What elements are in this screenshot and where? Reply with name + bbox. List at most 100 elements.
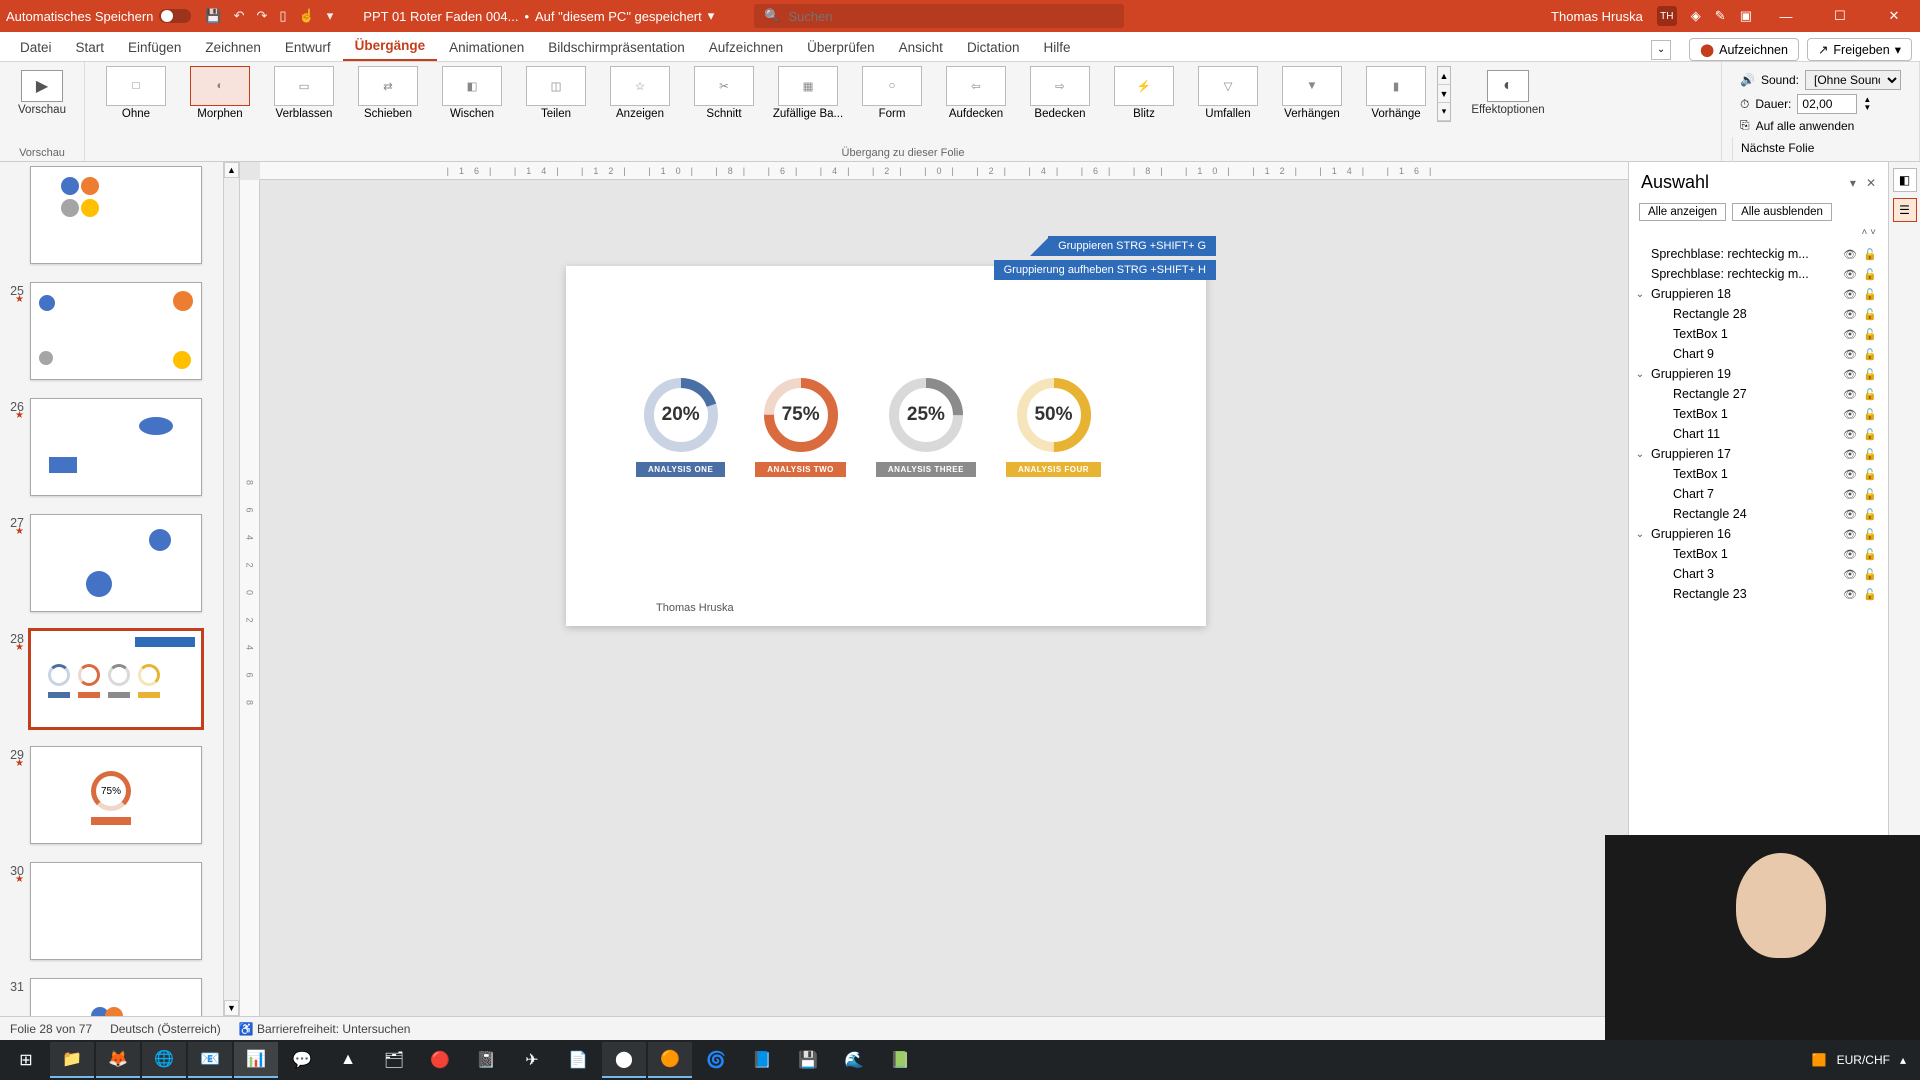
preview-button[interactable]: ▶ Vorschau xyxy=(10,66,74,116)
transition-form[interactable]: ○Form xyxy=(851,66,933,120)
selection-item[interactable]: ⌄Gruppieren 17👁🔓 xyxy=(1629,444,1888,464)
tb-chrome[interactable]: 🌐 xyxy=(142,1042,186,1078)
lock-icon[interactable]: 🔓 xyxy=(1862,568,1878,581)
tb-app7[interactable]: 📘 xyxy=(740,1042,784,1078)
visibility-icon[interactable]: 👁 xyxy=(1842,328,1858,341)
user-name[interactable]: Thomas Hruska xyxy=(1551,9,1643,24)
user-avatar[interactable]: TH xyxy=(1657,6,1677,26)
selection-item[interactable]: Sprechblase: rechteckig m...👁🔓 xyxy=(1629,244,1888,264)
tb-tray-icon[interactable]: ▴ xyxy=(1900,1053,1906,1067)
lock-icon[interactable]: 🔓 xyxy=(1862,428,1878,441)
tab-ueberpruefen[interactable]: Überprüfen xyxy=(795,34,887,61)
selection-item[interactable]: ⌄Gruppieren 19👁🔓 xyxy=(1629,364,1888,384)
callout-group[interactable]: Gruppieren STRG +SHIFT+ G xyxy=(1048,236,1216,256)
tb-ticker[interactable]: EUR/CHF xyxy=(1837,1053,1890,1067)
pane-close-icon[interactable]: ✕ xyxy=(1866,176,1876,190)
duration-input[interactable] xyxy=(1797,94,1857,114)
transition-verblassen[interactable]: ▭Verblassen xyxy=(263,66,345,120)
tab-entwurf[interactable]: Entwurf xyxy=(273,34,343,61)
slide-count[interactable]: Folie 28 von 77 xyxy=(10,1022,92,1036)
selection-item[interactable]: ⌄Gruppieren 16👁🔓 xyxy=(1629,524,1888,544)
selection-item[interactable]: Rectangle 27👁🔓 xyxy=(1629,384,1888,404)
selection-item[interactable]: Chart 3👁🔓 xyxy=(1629,564,1888,584)
tab-animationen[interactable]: Animationen xyxy=(437,34,536,61)
thumbnail-slide-partial[interactable] xyxy=(0,162,223,278)
selection-item[interactable]: TextBox 1👁🔓 xyxy=(1629,404,1888,424)
toggle-switch[interactable] xyxy=(159,9,191,23)
tb-onenote[interactable]: 📓 xyxy=(464,1042,508,1078)
visibility-icon[interactable]: 👁 xyxy=(1842,488,1858,501)
tb-edge[interactable]: 🌊 xyxy=(832,1042,876,1078)
lock-icon[interactable]: 🔓 xyxy=(1862,408,1878,421)
accessibility-check[interactable]: ♿ Barrierefreiheit: Untersuchen xyxy=(239,1022,411,1036)
selection-item[interactable]: TextBox 1👁🔓 xyxy=(1629,324,1888,344)
search-input[interactable] xyxy=(788,9,1114,24)
thumbnail-slide-27[interactable]: 27★ xyxy=(0,510,223,626)
collapse-ribbon-button[interactable]: ⌄ xyxy=(1651,40,1671,60)
expand-icon[interactable]: ⌄ xyxy=(1633,369,1647,380)
tb-app4[interactable]: 📄 xyxy=(556,1042,600,1078)
donut-chart-analysis-one[interactable]: 20%ANALYSIS ONE xyxy=(636,376,725,477)
transition-vorhänge[interactable]: ▮Vorhänge xyxy=(1355,66,1437,120)
thumbnail-slide-26[interactable]: 26★ xyxy=(0,394,223,510)
tab-zeichnen[interactable]: Zeichnen xyxy=(193,34,273,61)
selection-item[interactable]: Chart 11👁🔓 xyxy=(1629,424,1888,444)
qat-more-icon[interactable]: ▾ xyxy=(327,8,334,24)
scroll-down-icon[interactable]: ▼ xyxy=(224,1000,239,1016)
tab-bildschirm[interactable]: Bildschirmpräsentation xyxy=(536,34,697,61)
tab-uebergaenge[interactable]: Übergänge xyxy=(343,32,438,61)
tb-app5[interactable]: 🟠 xyxy=(648,1042,692,1078)
donut-chart-analysis-two[interactable]: 75%ANALYSIS TWO xyxy=(755,376,846,477)
window-icon[interactable]: ▣ xyxy=(1740,8,1752,24)
scroll-up-icon[interactable]: ▲ xyxy=(224,162,239,178)
transition-verhängen[interactable]: ▼Verhängen xyxy=(1271,66,1353,120)
lock-icon[interactable]: 🔓 xyxy=(1862,308,1878,321)
tab-aufzeichnen[interactable]: Aufzeichnen xyxy=(697,34,795,61)
tb-obs[interactable]: ⬤ xyxy=(602,1042,646,1078)
move-down-icon[interactable]: ˅ xyxy=(1870,227,1876,238)
tb-app1[interactable]: 💬 xyxy=(280,1042,324,1078)
transition-morphen[interactable]: ◐Morphen xyxy=(179,66,261,120)
sound-select[interactable]: [Ohne Sound] xyxy=(1805,70,1901,90)
transition-schnitt[interactable]: ✂Schnitt xyxy=(683,66,765,120)
tb-app2[interactable]: 🗂 xyxy=(372,1042,416,1078)
language-indicator[interactable]: Deutsch (Österreich) xyxy=(110,1022,221,1036)
transition-zufällige ba...[interactable]: ▦Zufällige Ba... xyxy=(767,66,849,120)
tb-powerpoint[interactable]: 📊 xyxy=(234,1042,278,1078)
selection-item[interactable]: Sprechblase: rechteckig m...👁🔓 xyxy=(1629,264,1888,284)
lock-icon[interactable]: 🔓 xyxy=(1862,448,1878,461)
lock-icon[interactable]: 🔓 xyxy=(1862,368,1878,381)
record-button[interactable]: ⬤Aufzeichnen xyxy=(1689,38,1799,61)
save-icon[interactable]: 💾 xyxy=(205,8,221,24)
tb-app8[interactable]: 💾 xyxy=(786,1042,830,1078)
donut-chart-analysis-four[interactable]: 50%ANALYSIS FOUR xyxy=(1006,376,1101,477)
chevron-down-icon[interactable]: ▾ xyxy=(708,8,715,24)
move-up-icon[interactable]: ˄ xyxy=(1862,227,1868,238)
selection-item[interactable]: TextBox 1👁🔓 xyxy=(1629,464,1888,484)
visibility-icon[interactable]: 👁 xyxy=(1842,288,1858,301)
visibility-icon[interactable]: 👁 xyxy=(1842,448,1858,461)
tb-explorer[interactable]: 📁 xyxy=(50,1042,94,1078)
visibility-icon[interactable]: 👁 xyxy=(1842,268,1858,281)
sidebar-selection-icon[interactable]: ☰ xyxy=(1893,198,1917,222)
tb-app3[interactable]: 🔴 xyxy=(418,1042,462,1078)
tab-start[interactable]: Start xyxy=(64,34,117,61)
gallery-scroll[interactable]: ▲▼▾ xyxy=(1437,66,1451,122)
transition-aufdecken[interactable]: ⇦Aufdecken xyxy=(935,66,1017,120)
minimize-button[interactable]: — xyxy=(1766,9,1806,24)
thumbnail-slide-30[interactable]: 30★ xyxy=(0,858,223,974)
donut-chart-analysis-three[interactable]: 25%ANALYSIS THREE xyxy=(876,376,976,477)
visibility-icon[interactable]: 👁 xyxy=(1842,368,1858,381)
share-button[interactable]: ↗Freigeben▾ xyxy=(1807,38,1912,61)
redo-icon[interactable]: ↷ xyxy=(257,8,268,24)
undo-icon[interactable]: ↶ xyxy=(234,8,245,24)
visibility-icon[interactable]: 👁 xyxy=(1842,388,1858,401)
maximize-button[interactable]: ☐ xyxy=(1820,8,1860,24)
tab-ansicht[interactable]: Ansicht xyxy=(887,34,955,61)
visibility-icon[interactable]: 👁 xyxy=(1842,568,1858,581)
selection-item[interactable]: ⌄Gruppieren 18👁🔓 xyxy=(1629,284,1888,304)
tab-einfuegen[interactable]: Einfügen xyxy=(116,34,193,61)
tb-weather-icon[interactable]: 🟧 xyxy=(1812,1053,1827,1067)
autosave-toggle[interactable]: Automatisches Speichern xyxy=(6,9,191,24)
selection-item[interactable]: Rectangle 23👁🔓 xyxy=(1629,584,1888,604)
